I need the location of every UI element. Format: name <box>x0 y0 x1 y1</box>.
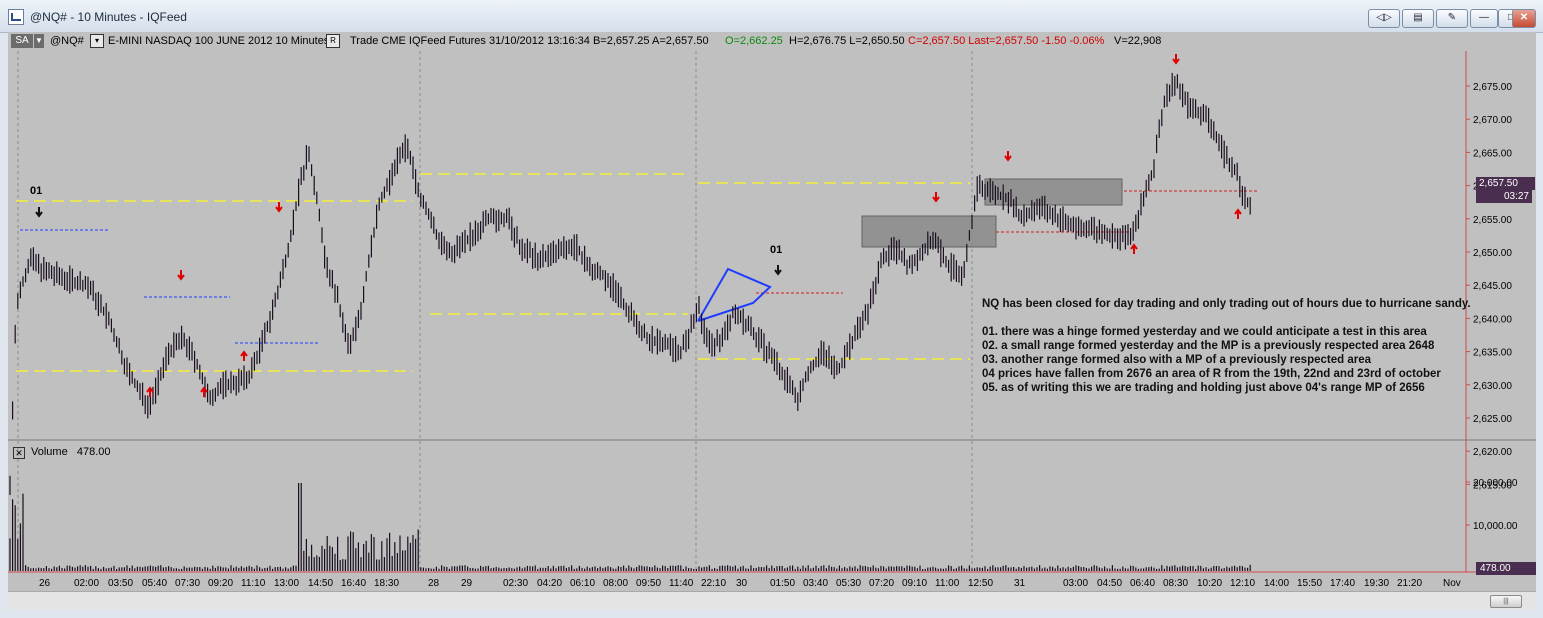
time-tick-label: 31 <box>1014 578 1026 589</box>
price-tick-label: 2,650.00 <box>1473 248 1512 259</box>
time-tick-label: 03:50 <box>108 578 133 589</box>
time-tick-label: 11:10 <box>241 578 266 589</box>
tools-icon[interactable]: ✎ <box>1436 9 1468 28</box>
time-tick-label: 07:30 <box>175 578 200 589</box>
analysis-notes: NQ has been closed for day trading and o… <box>982 297 1472 395</box>
note-line: 03. another range formed also with a MP … <box>982 354 1372 366</box>
time-tick-label: 04:50 <box>1097 578 1122 589</box>
price-tick-label: 2,645.00 <box>1473 281 1512 292</box>
restore-layout-icon[interactable]: ◁▷ <box>1368 9 1400 28</box>
time-tick-label: 10:20 <box>1197 578 1222 589</box>
price-tick-label: 2,675.00 <box>1473 82 1512 93</box>
time-tick-label: 09:20 <box>208 578 233 589</box>
bar-timer-badge: 03:27 <box>1476 190 1532 203</box>
price-tick-label: 2,665.00 <box>1473 148 1512 159</box>
time-tick-label: 05:40 <box>142 578 167 589</box>
time-tick-label: 01:50 <box>770 578 795 589</box>
time-tick-label: 05:30 <box>836 578 861 589</box>
mode-button[interactable]: SA <box>11 34 33 48</box>
time-tick-label: 03:00 <box>1063 578 1088 589</box>
time-tick-label: 21:20 <box>1397 578 1422 589</box>
label-01: 01 <box>30 185 42 197</box>
note-line: 02. a small range formed yesterday and t… <box>982 340 1435 352</box>
time-tick-label: 19:30 <box>1364 578 1389 589</box>
volume-info: V=22,908 <box>1114 35 1162 47</box>
note-line <box>982 311 1472 325</box>
time-tick-label: 06:40 <box>1130 578 1155 589</box>
close-button[interactable]: ✕ <box>1512 9 1536 28</box>
current-price-badge: 2,657.50 <box>1476 177 1535 190</box>
chart-app-icon <box>8 9 24 25</box>
time-tick-label: 09:10 <box>902 578 927 589</box>
price-tick-label: 2,630.00 <box>1473 381 1512 392</box>
time-tick-label: 29 <box>461 578 473 589</box>
price-tick-label: 2,625.00 <box>1473 414 1512 425</box>
volume-tick-label: 10,000.00 <box>1473 521 1518 532</box>
close-panel-icon[interactable]: ✕ <box>13 447 25 459</box>
time-tick-label: 14:00 <box>1264 578 1289 589</box>
volume-label: Volume <box>31 446 68 458</box>
interval-dropdown-icon[interactable]: ▾ <box>90 34 104 48</box>
time-tick-label: 28 <box>428 578 440 589</box>
note-line: 04 prices have fallen from 2676 an area … <box>982 368 1441 380</box>
window-title: @NQ# - 10 Minutes - IQFeed <box>30 10 187 24</box>
template-icon[interactable]: ▤ <box>1402 9 1434 28</box>
chart-area[interactable]: 2,675.002,670.002,665.002,660.002,655.00… <box>8 51 1536 591</box>
time-tick-label: 09:50 <box>636 578 661 589</box>
time-tick-label: 02:00 <box>74 578 99 589</box>
note-line: NQ has been closed for day trading and o… <box>982 298 1471 310</box>
scrollbar-thumb[interactable]: ||| <box>1490 595 1522 608</box>
time-tick-label: 08:00 <box>603 578 628 589</box>
time-tick-label: 11:40 <box>669 578 694 589</box>
time-tick-label: 07:20 <box>869 578 894 589</box>
time-tick-label: 30 <box>736 578 748 589</box>
time-tick-label: 15:50 <box>1297 578 1322 589</box>
time-tick-label: 06:10 <box>570 578 595 589</box>
volume-panel-header: ✕ Volume 478.00 <box>13 446 111 459</box>
time-tick-label: 14:50 <box>308 578 333 589</box>
open-price: O=2,662.25 <box>725 35 783 47</box>
instrument-description: E-MINI NASDAQ 100 JUNE 2012 10 Minutes <box>108 35 330 47</box>
time-tick-label: 03:40 <box>803 578 828 589</box>
time-tick-label: 02:30 <box>503 578 528 589</box>
high-low: H=2,676.75 L=2,650.50 <box>789 35 905 47</box>
price-tick-label: 2,655.00 <box>1473 215 1512 226</box>
window-titlebar: @NQ# - 10 Minutes - IQFeed ◁▷ ▤ ✎ — □ ✕ <box>0 0 1543 33</box>
current-volume-badge: 478.00 <box>1476 562 1536 575</box>
time-tick-label: 12:50 <box>968 578 993 589</box>
time-tick-label: Nov <box>1443 578 1461 589</box>
volume-tick-label: 20,000.00 <box>1473 478 1518 489</box>
note-line: 01. there was a hinge formed yesterday a… <box>982 326 1427 338</box>
time-tick-label: 11:00 <box>935 578 960 589</box>
minimize-button[interactable]: — <box>1470 9 1498 28</box>
time-tick-label: 18:30 <box>374 578 399 589</box>
time-tick-label: 26 <box>39 578 51 589</box>
quote-info: Trade CME IQFeed Futures 31/10/2012 13:1… <box>350 35 709 47</box>
time-tick-label: 08:30 <box>1163 578 1188 589</box>
horizontal-scrollbar[interactable]: ||| <box>8 591 1536 610</box>
close-last: C=2,657.50 Last=2,657.50 -1.50 -0.06% <box>908 35 1105 47</box>
price-tick-label: 2,670.00 <box>1473 115 1512 126</box>
time-tick-label: 12:10 <box>1230 578 1255 589</box>
symbol-label[interactable]: @NQ# <box>50 35 84 47</box>
note-line: 05. as of writing this we are trading an… <box>982 382 1425 394</box>
time-tick-label: 04:20 <box>537 578 562 589</box>
time-tick-label: 16:40 <box>341 578 366 589</box>
price-tick-label: 2,620.00 <box>1473 447 1512 458</box>
time-tick-label: 17:40 <box>1330 578 1355 589</box>
time-tick-label: 22:10 <box>701 578 726 589</box>
price-tick-label: 2,640.00 <box>1473 314 1512 325</box>
r-button[interactable]: R <box>326 34 340 48</box>
price-tick-label: 2,635.00 <box>1473 348 1512 359</box>
mode-dropdown-icon[interactable]: ▼ <box>34 34 44 48</box>
label-01: 01 <box>770 244 782 256</box>
chart-toolbar: SA ▼ @NQ# ▾ E-MINI NASDAQ 100 JUNE 2012 … <box>8 32 1536 51</box>
volume-value: 478.00 <box>76 446 111 458</box>
range-box <box>861 215 997 248</box>
time-tick-label: 13:00 <box>274 578 299 589</box>
